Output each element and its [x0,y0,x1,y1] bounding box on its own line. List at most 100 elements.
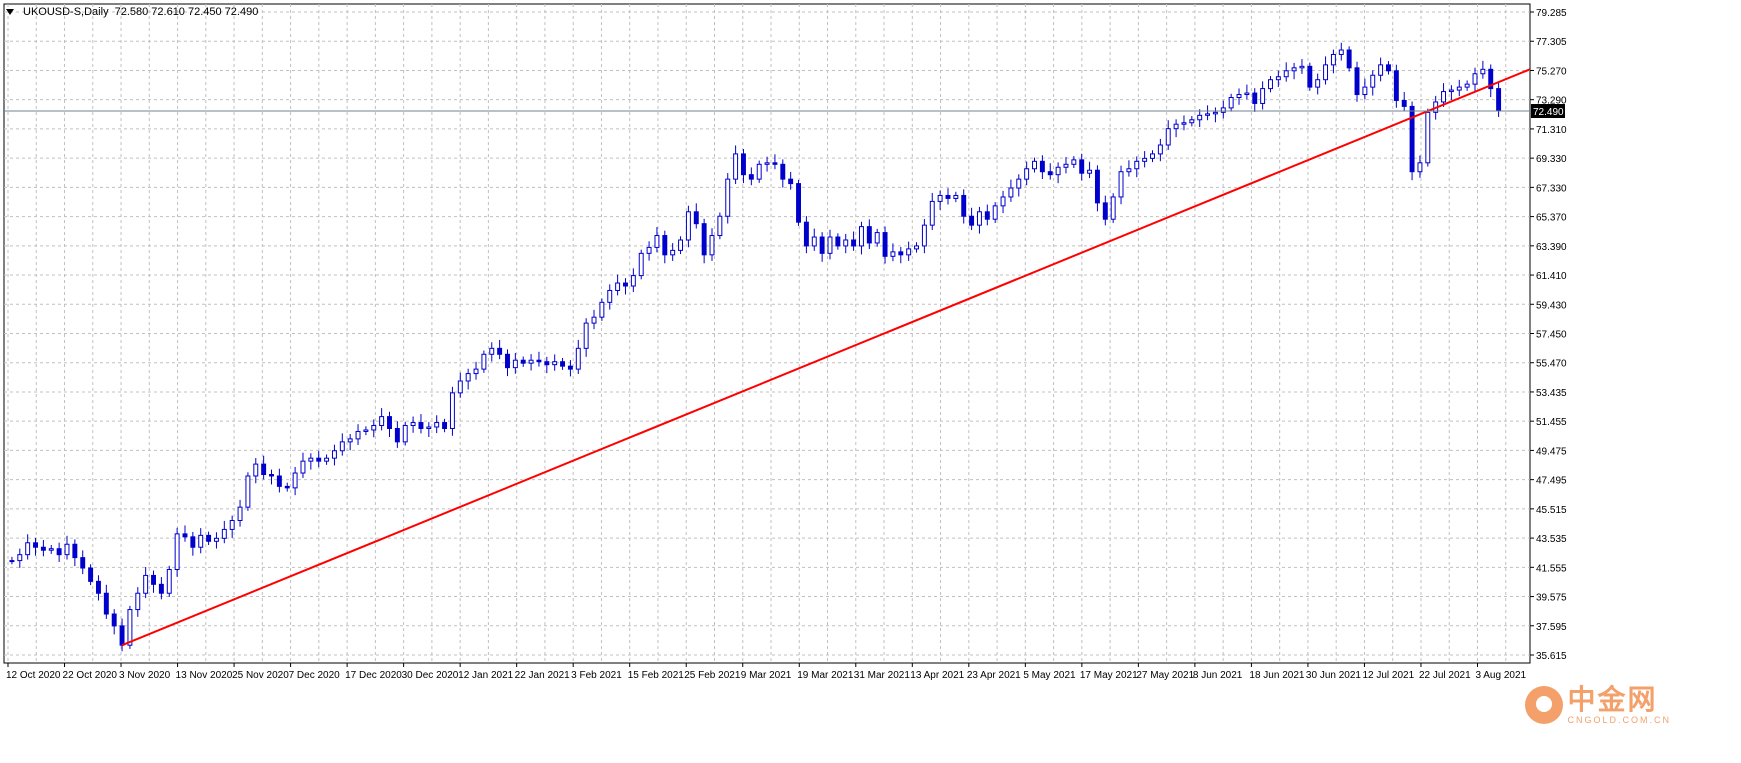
y-tick-label: 61.410 [1536,271,1567,282]
candle-body [741,153,746,176]
candle-body [1393,70,1399,101]
candle-body [111,613,117,627]
candle-body [1472,73,1478,85]
candle-body [685,211,691,241]
candle-body [387,416,392,429]
candle-body [166,568,172,594]
candle-body [662,235,668,256]
x-tick-label: 30 Jun 2021 [1306,670,1361,681]
candle-body [316,457,322,462]
candle-body [1417,162,1423,173]
logo-domain: CNGOLD.COM.CN [1567,715,1671,725]
candle-body [339,441,345,452]
candle-body [1008,187,1014,198]
candle-body [1378,64,1384,76]
candle-body [151,574,156,585]
candle-body [1055,166,1061,176]
candle-body [678,239,684,251]
candle-body [733,153,739,180]
x-tick-label: 22 Jul 2021 [1419,670,1471,681]
y-tick-label: 57.450 [1536,330,1567,341]
candle-body [1087,169,1093,174]
candle-body [1252,92,1258,104]
candle-body [237,506,243,522]
x-tick-label: 17 Dec 2020 [345,670,402,681]
candle-body [40,546,46,551]
chart-svg: 79.28577.30575.27073.29071.31069.33067.3… [3,3,1567,681]
candle-body [858,226,864,247]
candle-body [953,194,959,199]
candle-body [308,457,314,462]
candle-body [1205,113,1211,116]
candle-body [394,427,400,443]
candle-body [1244,92,1250,96]
candle-body [426,426,432,429]
y-tick-label: 53.435 [1536,388,1567,399]
candle-body [158,583,164,594]
candle-body [1063,163,1069,168]
x-tick-label: 22 Jan 2021 [515,670,570,681]
candle-body [1165,128,1171,146]
candle-body [756,163,762,180]
candle-body [481,353,487,370]
x-tick-label: 13 Apr 2021 [910,670,964,681]
candle-body [851,239,857,247]
x-tick-label: 12 Oct 2020 [6,670,61,681]
candle-body [788,178,794,185]
candle-body [1268,79,1273,90]
candle-body [1323,64,1329,81]
candle-body [1236,94,1242,99]
candle-body [1024,168,1030,180]
candle-body [497,347,503,355]
dropdown-triangle-icon[interactable] [6,9,14,15]
candle-body [331,450,337,459]
candle-body [748,174,754,180]
candle-body [536,359,542,363]
candle-body [449,392,455,429]
candle-body [1000,196,1006,207]
x-tick-label: 25 Feb 2021 [684,670,741,681]
x-tick-label: 18 Jun 2021 [1249,670,1304,681]
candle-body [48,548,54,551]
candle-body [489,347,495,355]
candle-body [693,211,699,225]
y-tick-label: 43.535 [1536,534,1567,545]
candle-body [992,205,998,220]
candle-body [819,236,825,254]
candle-body [300,460,306,474]
candle-body [512,359,518,369]
candle-body [780,163,786,180]
candle-body [1401,99,1407,107]
candle-body [95,580,101,594]
candle-body [64,543,70,556]
candle-body [1181,122,1187,125]
candle-body [882,232,888,257]
candle-body [866,226,872,244]
candle-body [1480,68,1486,75]
candle-body [442,422,448,429]
candle-body [701,223,707,256]
candle-body [898,251,904,256]
candle-body [1016,178,1022,189]
candle-body [1189,119,1195,124]
candle-body [717,215,723,237]
x-tick-label: 15 Feb 2021 [628,670,685,681]
x-tick-label: 19 Mar 2021 [797,670,854,681]
logo-icon [1525,686,1564,724]
candle-body [803,221,809,247]
candle-body [772,162,778,165]
y-tick-label: 51.455 [1536,417,1567,428]
y-tick-label: 39.575 [1536,593,1567,604]
candle-body [796,183,801,223]
candle-body [583,322,589,349]
candle-body [843,239,849,247]
candle-body [1441,91,1447,103]
y-tick-label: 45.515 [1536,505,1567,516]
x-tick-label: 9 Mar 2021 [741,670,792,681]
chart-root: 79.285 77.305 75.270 73.290 71.310 69.330 67.3… [0,0,1741,763]
candle-body [1346,49,1352,69]
candle-body [1079,159,1085,174]
candle-body [544,361,550,366]
candle-body [1142,157,1148,162]
x-tick-label: 12 Jul 2021 [1362,670,1414,681]
